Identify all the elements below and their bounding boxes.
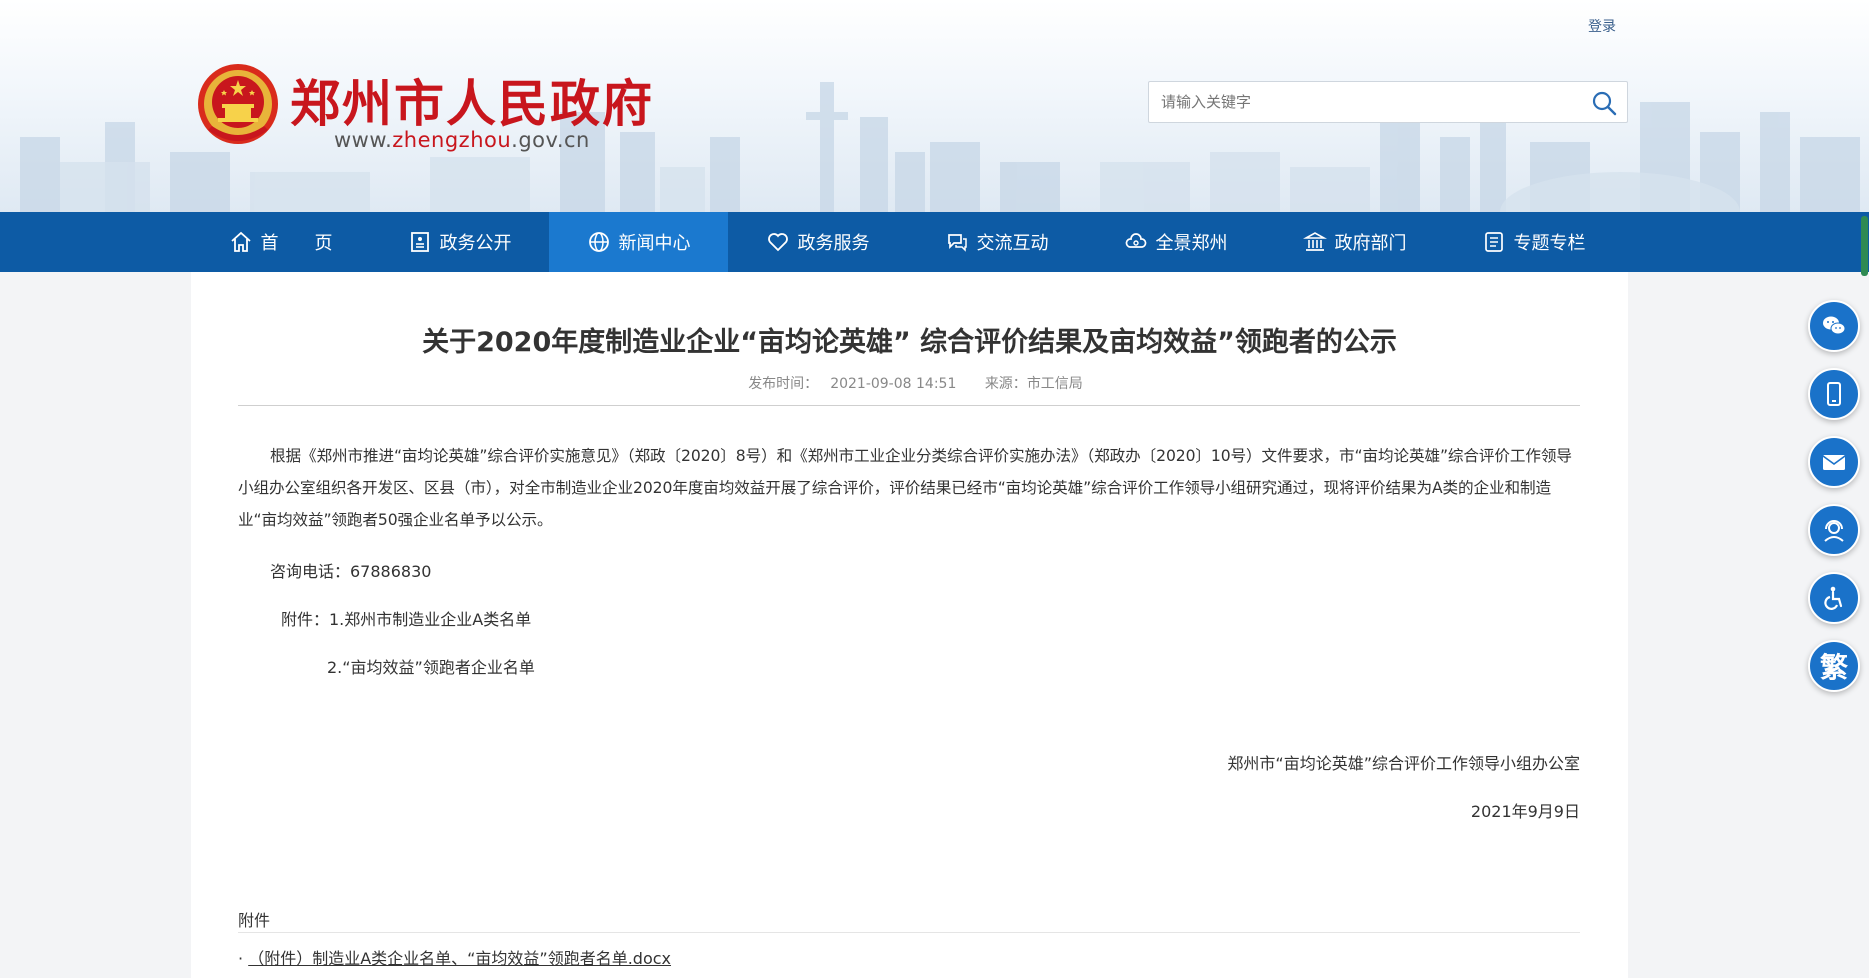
site-url-highlight: zhengzhou: [392, 128, 512, 152]
title-divider: [238, 405, 1580, 406]
mobile-button[interactable]: [1808, 368, 1860, 420]
attachment-bullet: ·: [238, 949, 244, 968]
mail-button[interactable]: [1808, 436, 1860, 488]
nav-item-home[interactable]: 首 页: [191, 212, 370, 272]
site-url: www.zhengzhou.gov.cn: [334, 128, 590, 152]
wechat-button[interactable]: [1808, 300, 1860, 352]
article-source: 来源：市工信局: [985, 376, 1083, 392]
site-header: 登录 郑州市人民政府 www.zhengzhou.gov.cn: [0, 0, 1869, 212]
attachment-list-1: 附件：1.郑州市制造业企业A类名单: [281, 610, 532, 629]
article-body: 根据《郑州市推进“亩均论英雄”综合评价实施意见》（郑政〔2020〕8号）和《郑州…: [238, 447, 1572, 529]
article-meta: 发布时间： 2021-09-08 14:51 来源：市工信局: [191, 373, 1628, 393]
search-box: [1148, 81, 1628, 123]
attachments-heading: 附件: [238, 911, 271, 930]
nav-label: 新闻中心: [618, 233, 691, 254]
nav-label: 政府部门: [1334, 233, 1407, 254]
nav-item-news-center[interactable]: 新闻中心: [549, 212, 728, 272]
accessibility-icon: [1824, 586, 1843, 610]
globe-icon: [587, 230, 611, 254]
site-url-prefix: www.: [334, 128, 393, 152]
publish-time: 发布时间： 2021-09-08 14:51: [736, 376, 956, 392]
home-icon: [229, 230, 253, 254]
cloud-icon: [1124, 230, 1148, 254]
service-icon: [1824, 520, 1844, 542]
nav-label: 全景郑州: [1155, 233, 1228, 254]
publish-time-label: 发布时间：: [748, 376, 819, 392]
nav-item-departments[interactable]: 政府部门: [1265, 212, 1444, 272]
service-button[interactable]: [1808, 504, 1860, 556]
search-icon[interactable]: [1591, 90, 1617, 116]
publish-time-value: 2021-09-08 14:51: [830, 376, 957, 392]
nav-item-special-topics[interactable]: 专题专栏: [1444, 212, 1623, 272]
traditional-chinese-icon: 繁: [1819, 651, 1848, 684]
article-panel: 关于2020年度制造业企业“亩均论英雄” 综合评价结果及亩均效益”领跑者的公示 …: [191, 272, 1628, 978]
mobile-icon: [1827, 382, 1841, 406]
attachment-item: · （附件）制造业A类企业名单、“亩均效益”领跑者名单.docx: [238, 945, 671, 969]
list-icon: [1482, 230, 1506, 254]
nav-item-government-services[interactable]: 政务服务: [728, 212, 907, 272]
document-icon: [408, 230, 432, 254]
nav-item-government-affairs[interactable]: 政务公开: [370, 212, 549, 272]
nav-label: 专题专栏: [1513, 233, 1586, 254]
nav-label: 政务服务: [797, 233, 870, 254]
traditional-chinese-button[interactable]: 繁: [1808, 640, 1860, 692]
main-nav: 首 页 政务公开 新闻中心 政务服务 交流互动 全景郑州 政府部门 专题专栏: [0, 212, 1869, 272]
attachment-file-link[interactable]: （附件）制造业A类企业名单、“亩均效益”领跑者名单.docx: [248, 949, 671, 968]
wechat-icon: [1823, 316, 1846, 335]
nav-label: 交流互动: [976, 233, 1049, 254]
nav-item-interaction[interactable]: 交流互动: [907, 212, 1086, 272]
signature-date: 2021年9月9日: [1470, 802, 1580, 821]
nav-label: 首 页: [260, 233, 333, 254]
mail-icon: [1822, 455, 1846, 470]
site-url-suffix: .gov.cn: [511, 128, 590, 152]
source-label: 来源：: [984, 376, 1027, 392]
site-title: 郑州市人民政府: [290, 74, 654, 133]
scrollbar-thumb[interactable]: [1861, 216, 1868, 276]
national-emblem-logo: [198, 64, 278, 144]
login-link[interactable]: 登录: [1588, 16, 1616, 36]
heart-icon: [766, 230, 790, 254]
nav-label: 政务公开: [439, 233, 512, 254]
source-value: 市工信局: [1026, 376, 1083, 392]
signature-office: 郑州市“亩均论英雄”综合评价工作领导小组办公室: [1227, 754, 1580, 773]
chat-icon: [945, 230, 969, 254]
contact-phone: 咨询电话：67886830: [270, 562, 432, 581]
building-icon: [1302, 230, 1327, 254]
accessibility-button[interactable]: [1808, 572, 1860, 624]
nav-item-panorama[interactable]: 全景郑州: [1086, 212, 1265, 272]
attachment-list-2: 2.“亩均效益”领跑者企业名单: [327, 658, 535, 677]
search-input[interactable]: [1161, 82, 1561, 122]
article-title: 关于2020年度制造业企业“亩均论英雄” 综合评价结果及亩均效益”领跑者的公示: [422, 327, 1397, 358]
attachments-divider: [238, 932, 1580, 933]
